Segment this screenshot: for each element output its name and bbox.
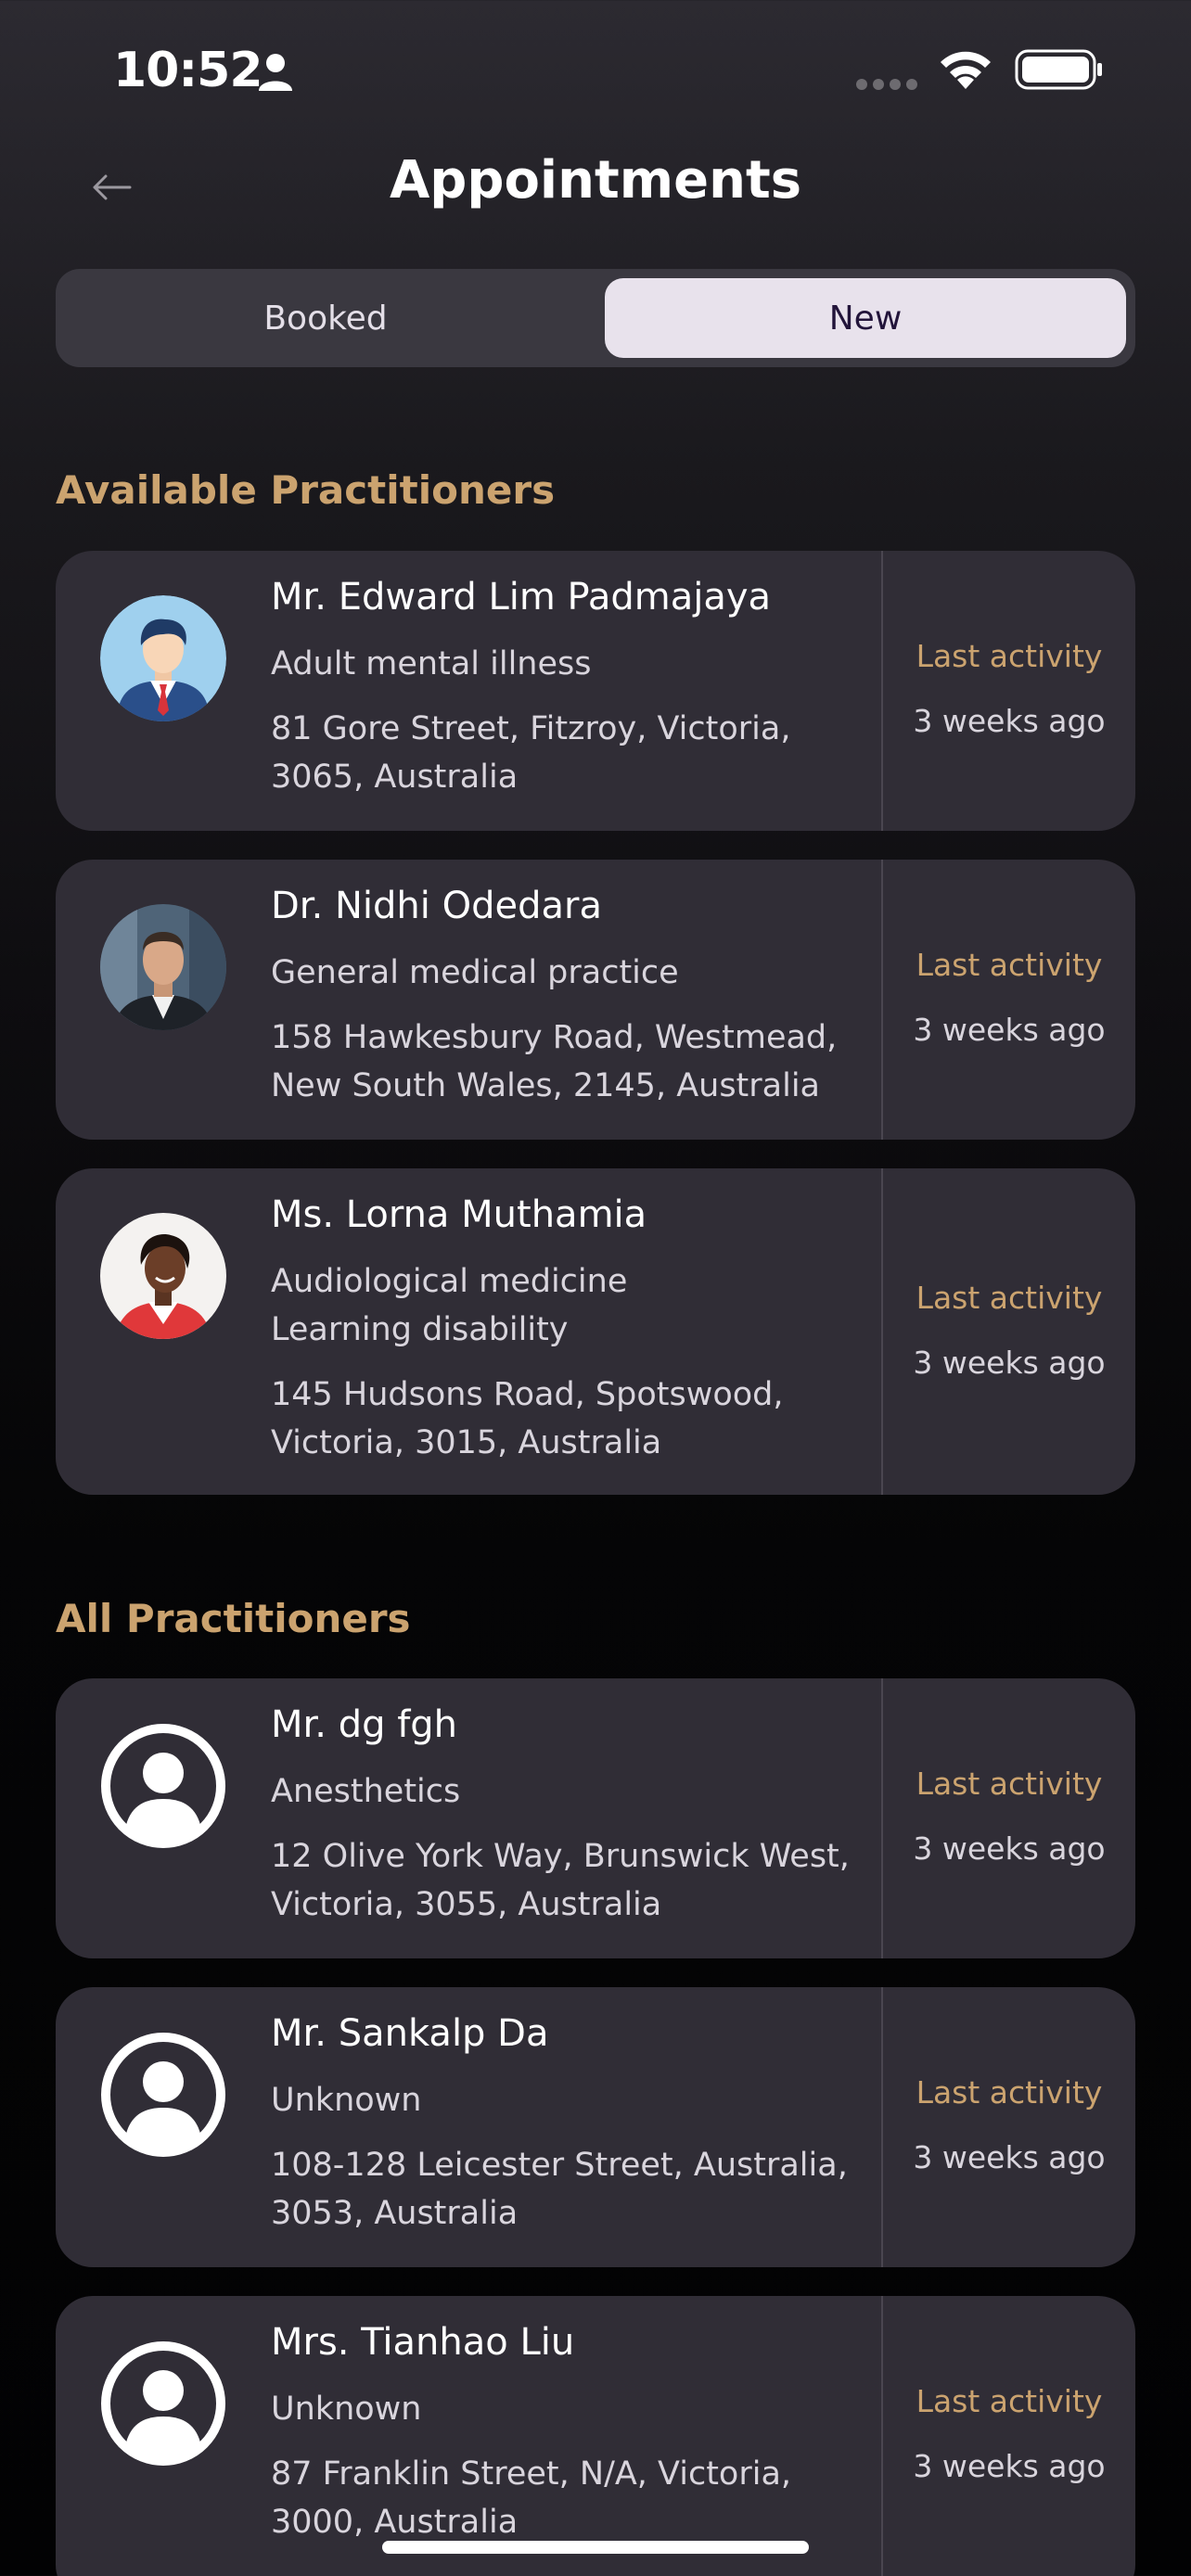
last-activity: Last activity 3 weeks ago — [883, 1764, 1135, 1869]
practitioner-address: 81 Gore Street, Fitzroy, Victoria, 3065,… — [271, 710, 791, 796]
default-user-icon — [100, 1723, 226, 1849]
last-activity-value: 3 weeks ago — [913, 1012, 1106, 1048]
last-activity-label: Last activity — [916, 638, 1103, 674]
practitioner-info: Mrs. Tianhao Liu Unknown 87 Franklin Str… — [271, 2316, 883, 2546]
battery-icon — [1015, 49, 1102, 90]
last-activity: Last activity 3 weeks ago — [883, 636, 1135, 742]
last-activity-value: 3 weeks ago — [913, 2448, 1106, 2484]
practitioner-name: Ms. Lorna Muthamia — [271, 1193, 647, 1236]
last-activity: Last activity 3 weeks ago — [883, 2072, 1135, 2178]
default-user-icon — [100, 2340, 226, 2467]
practitioner-card[interactable]: Mr. Sankalp Da Unknown 108-128 Leicester… — [56, 1987, 1135, 2267]
section-title-available: Available Practitioners — [56, 467, 556, 513]
cellular-signal-icon — [856, 79, 917, 90]
practitioner-specialty: Adult mental illness — [271, 645, 592, 682]
businessman-avatar — [100, 595, 226, 721]
practitioner-address: 145 Hudsons Road, Spotswood, Victoria, 3… — [271, 1376, 784, 1461]
practitioner-card[interactable]: Mr. Edward Lim Padmajaya Adult mental il… — [56, 551, 1135, 831]
segmented-control: Booked New — [56, 269, 1135, 367]
practitioner-specialty: Unknown — [271, 2391, 422, 2428]
practitioner-info: Mr. dg fgh Anesthetics 12 Olive York Way… — [271, 1699, 883, 1929]
practitioner-specialty: Audiological medicine Learning disabilit… — [271, 1263, 628, 1348]
last-activity-value: 3 weeks ago — [913, 2139, 1106, 2175]
practitioner-name: Mr. Sankalp Da — [271, 2012, 549, 2055]
practitioner-info: Mr. Sankalp Da Unknown 108-128 Leicester… — [271, 2008, 883, 2238]
practitioner-card[interactable]: Dr. Nidhi Odedara General medical practi… — [56, 860, 1135, 1140]
man-photo-avatar — [100, 904, 226, 1030]
section-title-all: All Practitioners — [56, 1596, 411, 1641]
practitioner-address: 12 Olive York Way, Brunswick West, Victo… — [271, 1838, 850, 1923]
practitioner-specialty: Anesthetics — [271, 1773, 461, 1810]
practitioner-address: 87 Franklin Street, N/A, Victoria, 3000,… — [271, 2455, 792, 2541]
last-activity-label: Last activity — [916, 1280, 1103, 1316]
last-activity-label: Last activity — [916, 2074, 1103, 2111]
practitioner-name: Dr. Nidhi Odedara — [271, 885, 602, 927]
woman-photo-avatar — [100, 1213, 226, 1339]
practitioner-info: Mr. Edward Lim Padmajaya Adult mental il… — [271, 571, 883, 801]
status-time: 10:52 — [113, 43, 263, 98]
last-activity-value: 3 weeks ago — [913, 703, 1106, 739]
practitioner-card[interactable]: Mrs. Tianhao Liu Unknown 87 Franklin Str… — [56, 2296, 1135, 2576]
status-bar: 10:52 — [0, 0, 1191, 139]
practitioner-specialty: General medical practice — [271, 954, 679, 991]
last-activity-value: 3 weeks ago — [913, 1345, 1106, 1381]
practitioner-address: 108-128 Leicester Street, Australia, 305… — [271, 2147, 848, 2232]
practitioner-name: Mrs. Tianhao Liu — [271, 2321, 575, 2364]
page-title: Appointments — [389, 150, 802, 210]
default-user-icon — [100, 2032, 226, 2158]
last-activity: Last activity 3 weeks ago — [883, 1278, 1135, 1384]
last-activity-value: 3 weeks ago — [913, 1830, 1106, 1867]
person-icon — [259, 54, 292, 91]
practitioner-card[interactable]: Mr. dg fgh Anesthetics 12 Olive York Way… — [56, 1678, 1135, 1958]
practitioner-info: Ms. Lorna Muthamia Audiological medicine… — [271, 1189, 883, 1467]
practitioner-name: Mr. Edward Lim Padmajaya — [271, 576, 772, 618]
last-activity-label: Last activity — [916, 947, 1103, 983]
last-activity-label: Last activity — [916, 1766, 1103, 1802]
practitioner-card[interactable]: Ms. Lorna Muthamia Audiological medicine… — [56, 1168, 1135, 1495]
last-activity: Last activity 3 weeks ago — [883, 2381, 1135, 2487]
last-activity-label: Last activity — [916, 2383, 1103, 2419]
tab-new[interactable]: New — [605, 278, 1126, 358]
practitioner-name: Mr. dg fgh — [271, 1703, 458, 1746]
home-indicator[interactable] — [382, 2541, 809, 2554]
tab-booked[interactable]: Booked — [65, 278, 586, 358]
practitioner-address: 158 Hawkesbury Road, Westmead, New South… — [271, 1019, 838, 1104]
practitioner-info: Dr. Nidhi Odedara General medical practi… — [271, 880, 883, 1110]
wifi-icon — [941, 51, 991, 89]
last-activity: Last activity 3 weeks ago — [883, 945, 1135, 1051]
practitioner-specialty: Unknown — [271, 2082, 422, 2119]
